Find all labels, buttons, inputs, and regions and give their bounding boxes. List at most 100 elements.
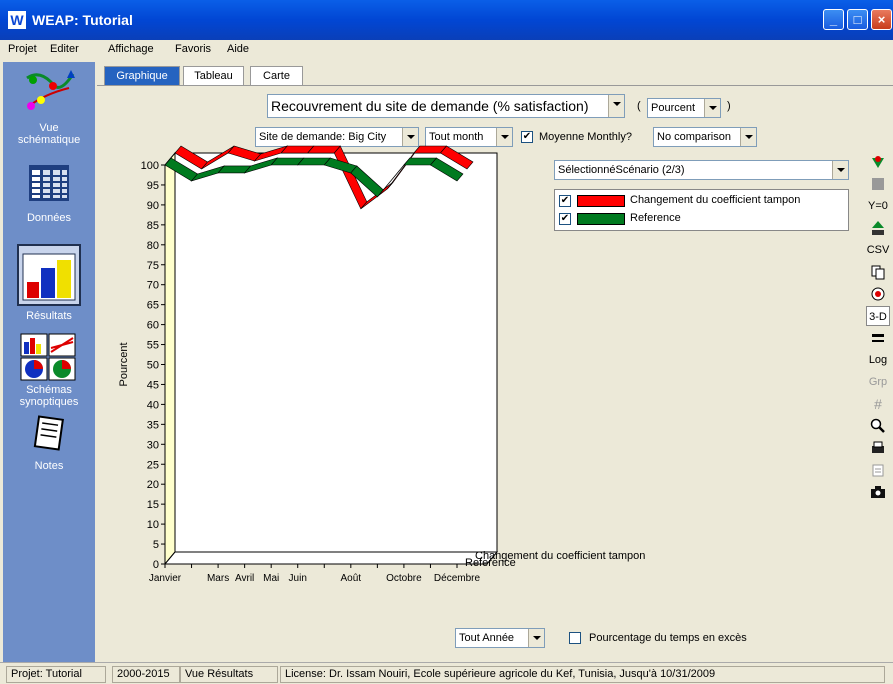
- status-bar: Projet: Tutorial 2000-2015 Vue Résultats…: [0, 662, 893, 684]
- chevron-down-icon: [832, 161, 848, 179]
- y-tick-label: 55: [147, 340, 159, 352]
- sidebar-item-label: Vue: [39, 122, 59, 134]
- results-bar-icon: [22, 253, 76, 301]
- x-tick-label: Août: [341, 573, 362, 582]
- menu-projet[interactable]: Projet: [8, 43, 37, 55]
- year-select-value: Tout Année: [459, 632, 515, 644]
- group-button[interactable]: Grp: [866, 372, 890, 392]
- y-tick-label: 40: [147, 399, 159, 411]
- x-tick-label: Mai: [263, 573, 279, 582]
- y-tick-label: 35: [147, 419, 159, 431]
- unit-select-value: Pourcent: [651, 102, 696, 114]
- chevron-down-icon: [704, 99, 720, 117]
- sidebar-item-label: Données: [26, 212, 72, 224]
- camera-icon[interactable]: [866, 482, 890, 502]
- y-tick-label: 90: [147, 200, 159, 212]
- exceedance-checkbox[interactable]: [569, 632, 581, 644]
- color-wheel-icon[interactable]: [866, 284, 890, 304]
- sidebar-item-label: Schémas: [26, 384, 72, 396]
- notes-edit-icon[interactable]: [866, 460, 890, 480]
- exceedance-label: Pourcentage du temps en excès: [589, 632, 747, 644]
- status-years: 2000-2015: [112, 666, 180, 683]
- chart-toolbar: Y=0 CSV 3-D Log Grp #: [866, 150, 890, 550]
- chevron-down-icon: [608, 95, 624, 117]
- y-tick-label: 100: [141, 160, 159, 172]
- grid-icon[interactable]: #: [866, 394, 890, 414]
- sidebar-item-overviews[interactable]: Schémas synoptiques: [3, 332, 95, 408]
- menu-aide[interactable]: Aide: [227, 43, 249, 55]
- 3d-toggle-button[interactable]: 3-D: [866, 306, 890, 326]
- y-tick-label: 0: [153, 559, 159, 571]
- status-license: License: Dr. Issam Nouiri, Ecole supérie…: [280, 666, 885, 683]
- depth-axis-label: Reference: [465, 557, 516, 569]
- y-tick-label: 20: [147, 479, 159, 491]
- zoom-icon[interactable]: [866, 416, 890, 436]
- y-tick-label: 75: [147, 260, 159, 272]
- menu-favoris[interactable]: Favoris: [175, 43, 211, 55]
- year-select[interactable]: Tout Année: [455, 628, 545, 648]
- notes-icon: [33, 415, 64, 451]
- minimize-icon: _: [829, 12, 838, 27]
- results-view: Graphique Tableau Carte Recouvrement du …: [97, 62, 893, 662]
- sidebar-item-schematic[interactable]: Vue schématique: [3, 66, 95, 146]
- tab-graphique[interactable]: Graphique: [104, 66, 180, 86]
- stacked-icon[interactable]: [866, 218, 890, 238]
- y-tick-label: 10: [147, 519, 159, 531]
- menu-editer[interactable]: Editer: [50, 43, 79, 55]
- y-tick-label: 25: [147, 459, 159, 471]
- y-tick-label: 50: [147, 360, 159, 372]
- chevron-down-icon: [528, 629, 544, 647]
- x-tick-label: Mars: [207, 573, 229, 582]
- tab-carte[interactable]: Carte: [250, 66, 303, 86]
- y-tick-label: 70: [147, 280, 159, 292]
- status-project: Projet: Tutorial: [6, 666, 106, 683]
- chevron-down-icon: [740, 128, 756, 146]
- comparison-select[interactable]: No comparison: [653, 127, 757, 147]
- unit-open-paren: (: [637, 100, 641, 112]
- schematic-icon: [26, 70, 75, 110]
- export-csv-button[interactable]: CSV: [866, 240, 890, 260]
- sidebar-item-results[interactable]: Résultats: [3, 244, 95, 322]
- sidebar-item-data[interactable]: Données: [3, 162, 95, 224]
- chart-back-wall: [174, 152, 498, 553]
- overviews-icon: [20, 333, 76, 381]
- sidebar-item-label: schématique: [17, 134, 81, 146]
- copy-icon[interactable]: [866, 262, 890, 282]
- x-tick-label: Décembre: [434, 573, 481, 582]
- maximize-button[interactable]: □: [847, 9, 868, 30]
- menu-affichage[interactable]: Affichage: [108, 43, 154, 55]
- chart-type-icon[interactable]: [866, 152, 890, 172]
- y-tick-label: 95: [147, 180, 159, 192]
- tab-divider: [97, 85, 893, 86]
- x-tick-label: Juin: [289, 573, 307, 582]
- unit-select[interactable]: Pourcent: [647, 98, 721, 118]
- log-scale-button[interactable]: Log: [866, 350, 890, 370]
- close-button[interactable]: ×: [871, 9, 892, 30]
- print-icon[interactable]: [866, 438, 890, 458]
- sidebar-item-notes[interactable]: Notes: [3, 412, 95, 472]
- chart-left-wall: [164, 151, 176, 566]
- y-tick-label: 15: [147, 499, 159, 511]
- variable-select[interactable]: Recouvrement du site de demande (% satis…: [267, 94, 625, 118]
- status-view: Vue Résultats: [180, 666, 278, 683]
- x-tick-label: Janvier: [149, 573, 182, 582]
- data-table-icon: [29, 165, 69, 201]
- unit-close-paren: ): [727, 100, 731, 112]
- y-tick-label: 65: [147, 300, 159, 312]
- y-tick-label: 45: [147, 379, 159, 391]
- window-title: WEAP: Tutorial: [32, 12, 133, 28]
- x-tick-label: Octobre: [386, 573, 422, 582]
- results-chart: 0 5 10 15 20 25 30 35 40 45 50 55 60 65 70 75 80 85 90 95 10…: [118, 145, 645, 582]
- sidebar-item-label: Résultats: [26, 310, 72, 322]
- y-zero-button[interactable]: Y=0: [866, 196, 890, 216]
- tab-tableau[interactable]: Tableau: [183, 66, 244, 86]
- y-tick-label: 30: [147, 439, 159, 451]
- results-selected-frame: [17, 244, 81, 306]
- color-box-icon[interactable]: [866, 174, 890, 194]
- minimize-button[interactable]: _: [823, 9, 844, 30]
- maximize-icon: □: [853, 12, 862, 27]
- chart-floor: [163, 551, 499, 565]
- close-icon: ×: [877, 12, 886, 27]
- line-width-icon[interactable]: [866, 328, 890, 348]
- sidebar-item-label: Notes: [34, 460, 64, 472]
